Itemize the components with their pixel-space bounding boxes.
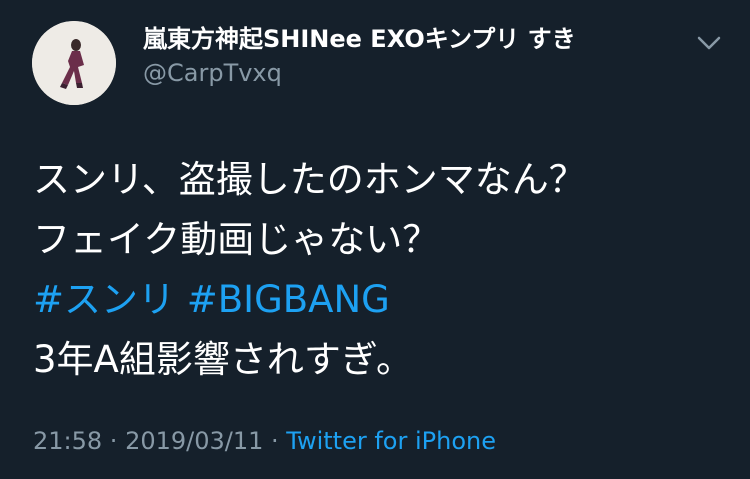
tweet-date[interactable]: 2019/03/11 bbox=[125, 427, 263, 455]
chevron-down-icon[interactable] bbox=[694, 28, 724, 58]
tweet-meta: 21:58 · 2019/03/11 · Twitter for iPhone bbox=[33, 424, 496, 458]
hashtag-link[interactable]: #BIGBANG bbox=[187, 278, 390, 321]
hashtag-link[interactable]: #スンリ bbox=[33, 278, 175, 321]
tweet-line: フェイク動画じゃない？ bbox=[33, 218, 440, 261]
tweet-time[interactable]: 21:58 bbox=[33, 427, 102, 455]
avatar-image bbox=[32, 21, 116, 105]
meta-separator: · bbox=[263, 427, 287, 455]
user-handle[interactable]: @CarpTvxq bbox=[143, 57, 282, 89]
tweet-line: スンリ、盗撮したのホンマなん？ bbox=[33, 158, 586, 201]
display-name[interactable]: 嵐東方神起SHINee EXOキンプリ すき bbox=[143, 23, 576, 55]
tweet-source-link[interactable]: Twitter for iPhone bbox=[286, 427, 496, 455]
meta-separator: · bbox=[102, 427, 126, 455]
tweet-text: スンリ、盗撮したのホンマなん？ フェイク動画じゃない？ #スンリ #BIGBAN… bbox=[33, 150, 733, 390]
tweet-card[interactable]: 嵐東方神起SHINee EXOキンプリ すき @CarpTvxq スンリ、盗撮し… bbox=[0, 0, 750, 479]
avatar[interactable] bbox=[32, 21, 116, 105]
hashtag-line: #スンリ #BIGBANG bbox=[33, 270, 733, 330]
tweet-line: 3年A組影響されすぎ。 bbox=[33, 338, 414, 381]
